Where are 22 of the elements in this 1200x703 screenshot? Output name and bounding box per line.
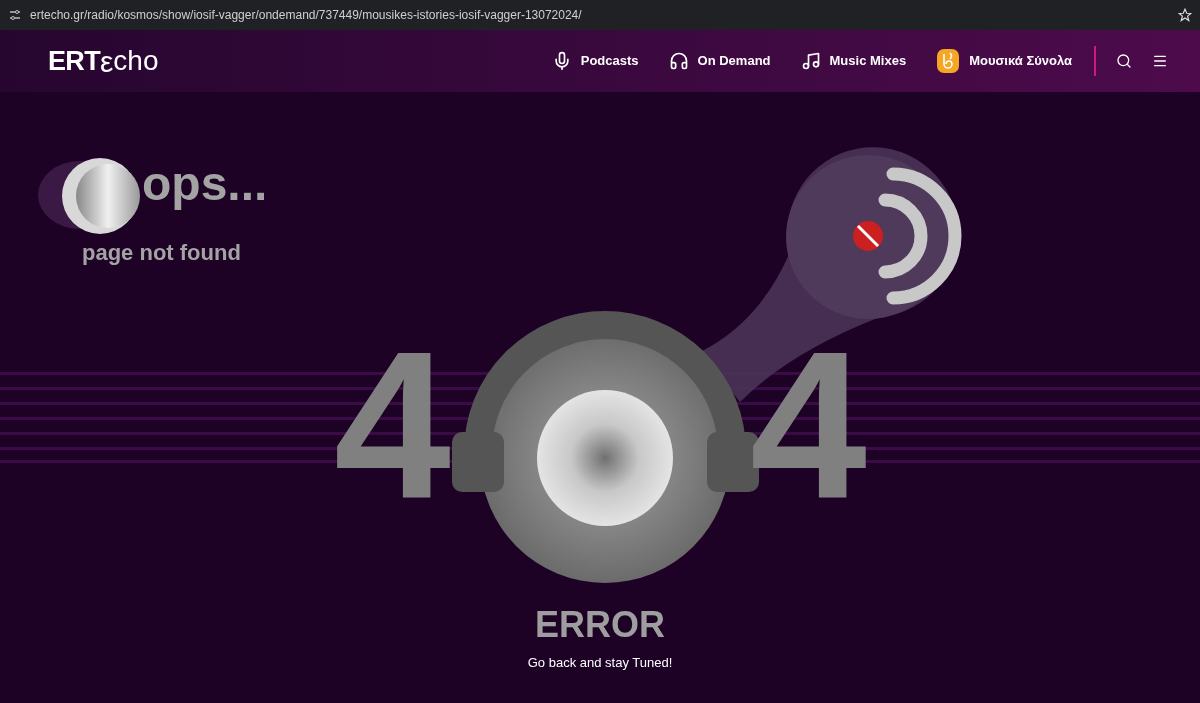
nav-link[interactable]: Music Mixes [800, 51, 907, 71]
badge-icon [936, 48, 961, 74]
nav-link[interactable]: Podcasts [551, 51, 639, 71]
search-icon[interactable] [1116, 53, 1132, 69]
logo-text[interactable]: ERT [48, 40, 100, 82]
digit-text: 4 [750, 320, 867, 530]
music-note-icon [800, 51, 821, 71]
site-settings-icon[interactable] [8, 8, 22, 22]
logo-text[interactable]: cho [113, 40, 159, 82]
no-entry-icon [853, 221, 883, 251]
nav-link[interactable]: On Demand [668, 51, 771, 71]
signal-arcs-icon [878, 167, 962, 305]
digit-text: 4 [334, 320, 451, 530]
oops-text: ops... [142, 160, 268, 208]
headphones-icon [668, 51, 689, 71]
oops-subtitle: page not found [82, 242, 241, 264]
star-icon[interactable] [1178, 8, 1192, 22]
error-title: ERROR [535, 607, 665, 643]
error-message: Go back and stay Tuned! [527, 654, 673, 672]
logo-mark: ε [100, 43, 114, 80]
nav-link[interactable]: Μουσικά Σύνολα [936, 48, 1072, 74]
menu-icon[interactable] [1152, 53, 1168, 69]
